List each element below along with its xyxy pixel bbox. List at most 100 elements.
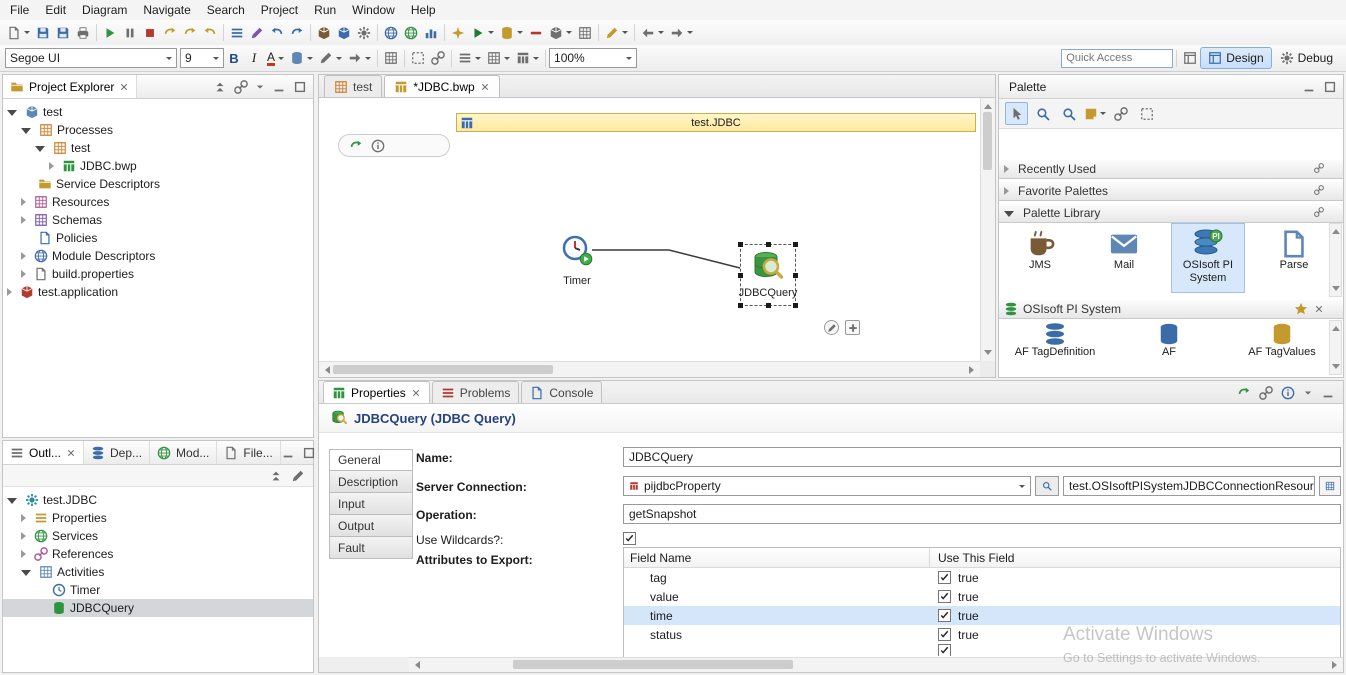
palette-item-af-tagvalues[interactable]: AF TagValues xyxy=(1234,320,1330,374)
add-element-icon[interactable] xyxy=(845,320,860,335)
expander-icon[interactable] xyxy=(7,110,17,116)
tab-general[interactable]: General xyxy=(329,449,413,471)
expander-icon[interactable] xyxy=(1004,165,1009,173)
expander-icon[interactable] xyxy=(21,570,31,576)
use-field-checkbox[interactable] xyxy=(938,609,951,622)
tree-item-jdbcquery[interactable]: JDBCQuery xyxy=(3,599,313,617)
pin-icon[interactable] xyxy=(1314,185,1324,195)
use-field-checkbox[interactable] xyxy=(938,590,951,603)
maximize-icon[interactable] xyxy=(1323,80,1337,94)
remove-button[interactable] xyxy=(526,22,546,43)
info-icon[interactable] xyxy=(371,139,385,153)
selection-handle[interactable] xyxy=(738,273,743,278)
expander-icon[interactable] xyxy=(49,162,54,170)
pin-icon[interactable] xyxy=(1259,386,1273,400)
dropdown-caret-icon[interactable] xyxy=(566,31,572,34)
font-family-select[interactable]: Segoe UI xyxy=(5,48,177,68)
select-tool[interactable] xyxy=(1005,102,1028,125)
tree-item-resources[interactable]: Resources xyxy=(3,193,313,211)
table-row-status[interactable]: status true xyxy=(624,625,1340,644)
dropdown-caret-icon[interactable] xyxy=(213,57,219,60)
expander-icon[interactable] xyxy=(21,270,26,278)
selection-handle[interactable] xyxy=(793,303,798,308)
menu-window[interactable]: Window xyxy=(344,1,403,19)
selection-handle[interactable] xyxy=(793,242,798,247)
annotate-button[interactable] xyxy=(247,22,267,43)
horizontal-scrollbar[interactable] xyxy=(319,361,980,377)
expander-icon[interactable] xyxy=(21,252,26,260)
tree-item-service-descriptors[interactable]: Service Descriptors xyxy=(3,175,313,193)
dropdown-caret-icon[interactable] xyxy=(488,31,494,34)
tab-fault[interactable]: Fault xyxy=(329,537,413,559)
dropdown-caret-icon[interactable] xyxy=(658,31,664,34)
selection-handle[interactable] xyxy=(738,303,743,308)
close-icon[interactable] xyxy=(66,448,76,458)
font-color-button[interactable]: A xyxy=(264,48,287,69)
link-editor-icon[interactable] xyxy=(234,80,248,94)
expander-icon[interactable] xyxy=(21,532,26,540)
start-indicator-icon[interactable] xyxy=(349,139,363,153)
view-menu-icon[interactable] xyxy=(1303,388,1313,398)
expander-icon[interactable] xyxy=(1004,211,1014,217)
tab-output[interactable]: Output xyxy=(329,515,413,537)
zoom-in-tool[interactable] xyxy=(1031,102,1054,125)
scroll-down-icon[interactable] xyxy=(1332,364,1340,373)
name-input[interactable]: JDBCQuery xyxy=(623,447,1341,467)
scroll-right-icon[interactable] xyxy=(1332,661,1341,669)
tree-item-build-properties[interactable]: build.properties xyxy=(3,265,313,283)
tree-item-references[interactable]: References xyxy=(3,545,313,563)
deploy-button[interactable] xyxy=(381,22,401,43)
grid-button[interactable] xyxy=(575,22,595,43)
quick-access-input[interactable] xyxy=(1061,49,1173,68)
selection-handle[interactable] xyxy=(738,242,743,247)
expander-icon[interactable] xyxy=(21,550,26,558)
transition-link[interactable] xyxy=(590,246,744,274)
tree-item-jdbc-bwp[interactable]: JDBC.bwp xyxy=(3,157,313,175)
dropdown-caret-icon[interactable] xyxy=(336,57,342,60)
step-into-button[interactable] xyxy=(160,22,180,43)
redo-button[interactable] xyxy=(287,22,307,43)
resume-button[interactable] xyxy=(100,22,120,43)
tab-console[interactable]: Console xyxy=(521,381,602,403)
editor-tab-jdbc-bwp[interactable]: *JDBC.bwp xyxy=(384,75,499,97)
step-over-button[interactable] xyxy=(180,22,200,43)
scrollbar-thumb[interactable] xyxy=(333,365,553,374)
server-connection-select[interactable]: pijdbcProperty xyxy=(623,476,1031,496)
zoom-out-tool[interactable] xyxy=(1057,102,1080,125)
dropdown-caret-icon[interactable] xyxy=(1100,112,1106,115)
dropdown-caret-icon[interactable] xyxy=(24,31,30,34)
tab-modules[interactable]: Mod... xyxy=(150,441,217,464)
select-all-button[interactable] xyxy=(408,48,428,69)
expander-icon[interactable] xyxy=(21,216,26,224)
module-button[interactable] xyxy=(546,22,575,43)
tree-item-test-jdbc[interactable]: test.JDBC xyxy=(3,491,313,509)
scroll-right-icon[interactable] xyxy=(969,366,978,374)
line-color-button[interactable] xyxy=(316,48,345,69)
tab-properties[interactable]: Properties xyxy=(323,381,430,403)
dropdown-caret-icon[interactable] xyxy=(533,57,539,60)
expander-icon[interactable] xyxy=(1004,187,1009,195)
dropdown-caret-icon[interactable] xyxy=(622,31,628,34)
group-button[interactable] xyxy=(428,48,448,69)
fill-color-button[interactable] xyxy=(287,48,316,69)
scroll-up-icon[interactable] xyxy=(984,100,992,109)
pause-button[interactable] xyxy=(120,22,140,43)
pin-icon[interactable] xyxy=(1314,207,1324,217)
open-module-button[interactable] xyxy=(314,22,334,43)
menu-help[interactable]: Help xyxy=(403,1,444,19)
use-this-field-header[interactable]: Use This Field xyxy=(930,551,1022,565)
dropdown-caret-icon[interactable] xyxy=(626,57,632,60)
operation-input[interactable]: getSnapshot xyxy=(623,504,1341,524)
timer-activity[interactable]: Timer xyxy=(561,234,593,287)
tree-item-test-module[interactable]: test xyxy=(3,103,313,121)
menu-run[interactable]: Run xyxy=(306,1,344,19)
dropdown-caret-icon[interactable] xyxy=(687,31,693,34)
close-icon[interactable] xyxy=(1314,304,1324,314)
tree-item-test-application[interactable]: test.application xyxy=(3,283,313,301)
close-icon[interactable] xyxy=(480,82,490,92)
jdbcquery-activity[interactable]: JDBCQuery xyxy=(740,244,796,306)
save-button[interactable] xyxy=(33,22,53,43)
snap-grid-button[interactable] xyxy=(381,48,401,69)
field-name-header[interactable]: Field Name xyxy=(624,548,930,567)
scroll-left-icon[interactable] xyxy=(411,661,420,669)
